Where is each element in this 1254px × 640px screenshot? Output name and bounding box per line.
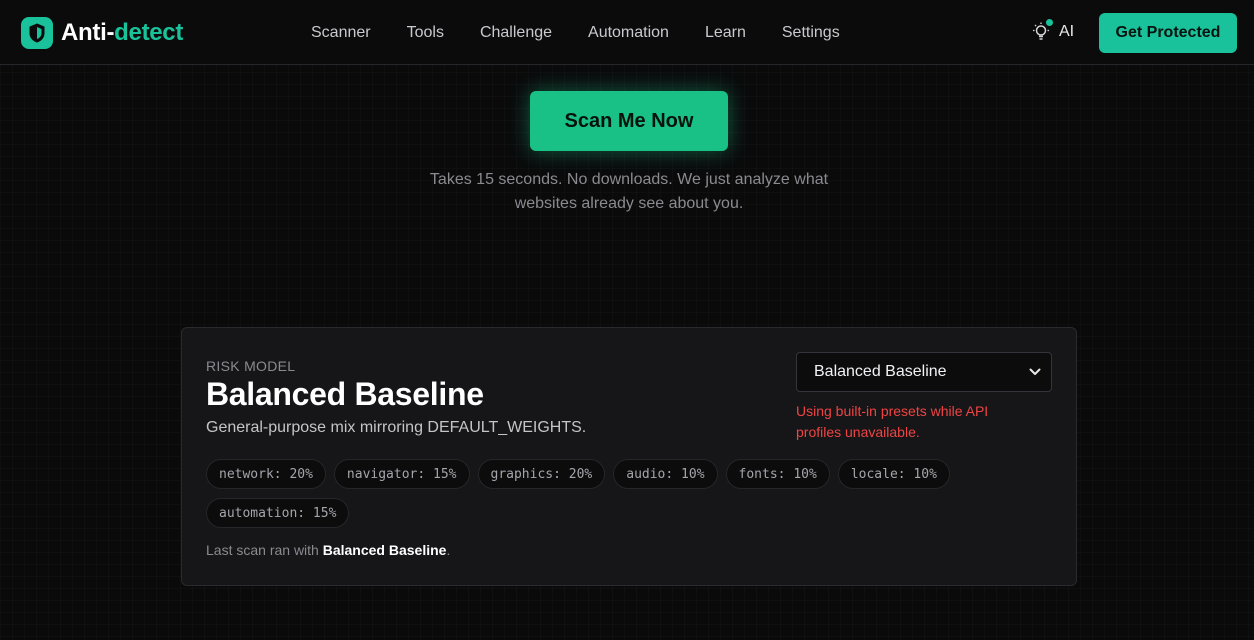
chevron-down-icon	[1029, 363, 1041, 381]
nav-link-tools[interactable]: Tools	[407, 24, 444, 42]
risk-model-description: General-purpose mix mirroring DEFAULT_WE…	[206, 419, 587, 436]
hero-subtitle: Takes 15 seconds. No downloads. We just …	[429, 171, 829, 212]
weight-chip: locale: 10%	[837, 459, 950, 489]
weight-chip: fonts: 10%	[725, 459, 830, 489]
api-warning: Using built-in presets while API profile…	[796, 403, 989, 440]
weight-chip: automation: 15%	[206, 498, 350, 528]
nav-link-scanner[interactable]: Scanner	[311, 24, 371, 42]
ai-status-dot	[1046, 19, 1053, 26]
risk-model-title: Balanced Baseline	[206, 376, 484, 412]
last-scan-note: Last scan ran with Balanced Baseline.	[206, 542, 451, 558]
ai-toggle-button[interactable]: AI	[1032, 19, 1075, 42]
nav-links: Scanner Tools Challenge Automation Learn…	[311, 0, 876, 65]
brand-logo[interactable]: Anti-detect	[21, 17, 183, 49]
risk-model-card: RISK MODEL Balanced Baseline General-pur…	[181, 327, 1077, 586]
weight-chip: audio: 10%	[613, 459, 718, 489]
risk-model-eyebrow: RISK MODEL	[206, 358, 296, 374]
weight-chip: navigator: 15%	[333, 459, 470, 489]
weight-chip: network: 20%	[206, 459, 326, 489]
nav-link-challenge[interactable]: Challenge	[480, 24, 552, 42]
ai-label: AI	[1059, 23, 1075, 40]
shield-icon	[21, 17, 53, 49]
nav-link-automation[interactable]: Automation	[588, 24, 669, 42]
weight-chip: graphics: 20%	[477, 459, 606, 489]
risk-model-select[interactable]: Balanced Baseline	[796, 352, 1052, 392]
nav-link-learn[interactable]: Learn	[705, 24, 746, 42]
risk-model-select-value: Balanced Baseline	[814, 363, 947, 380]
scan-me-now-button[interactable]: Scan Me Now	[530, 91, 728, 151]
get-protected-button[interactable]: Get Protected	[1099, 13, 1237, 53]
last-scan-model: Balanced Baseline	[322, 542, 447, 558]
brand-name: Anti-detect	[61, 19, 184, 46]
nav-link-settings[interactable]: Settings	[782, 24, 840, 42]
weight-chips: network: 20% navigator: 15% graphics: 20…	[206, 459, 1006, 537]
lightbulb-icon	[1032, 19, 1053, 42]
top-nav: Anti-detect Scanner Tools Challenge Auto…	[0, 0, 1254, 65]
